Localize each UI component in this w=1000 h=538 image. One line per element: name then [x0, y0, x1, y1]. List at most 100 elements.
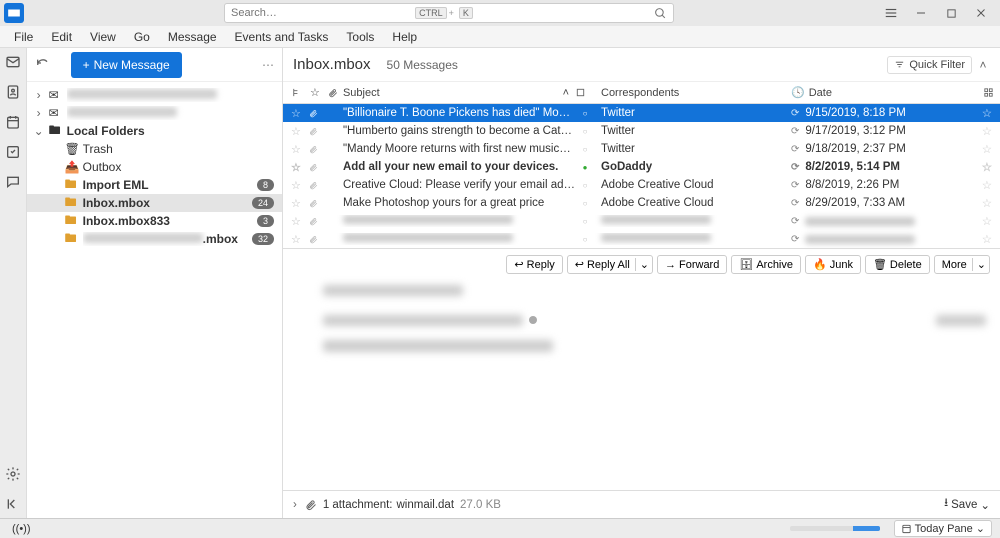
flag-icon[interactable]: ☆ [982, 196, 992, 210]
message-row[interactable]: ☆○⟳☆ [283, 212, 1000, 230]
folder-pane: +New Message ⋯ ›✉ ›✉ ⌄🖿Local Folders 🗑Tr… [27, 48, 283, 518]
addressbook-tab-icon[interactable] [5, 84, 21, 100]
import-eml-row[interactable]: 🖿Import EML8 [27, 176, 282, 194]
quick-filter-button[interactable]: Quick Filter [887, 56, 972, 74]
flag-icon[interactable]: ☆ [982, 106, 992, 120]
hamburger-icon[interactable] [876, 0, 906, 26]
star-icon[interactable]: ☆ [291, 125, 301, 138]
attachment-name[interactable]: winmail.dat [397, 499, 455, 511]
folder-pane-options-icon[interactable]: ⋯ [262, 58, 274, 72]
inbox-mbox833-row[interactable]: 🖿Inbox.mbox8333 [27, 212, 282, 230]
message-date: ⟳9/15/2019, 8:18 PM☆ [785, 106, 1000, 120]
attachment-icon [309, 109, 318, 118]
column-picker-icon[interactable] [983, 87, 994, 98]
menu-go[interactable]: Go [126, 28, 158, 46]
message-row[interactable]: ☆"Mandy Moore returns with first new mus… [283, 140, 1000, 158]
star-icon[interactable]: ☆ [291, 197, 301, 210]
trash-row[interactable]: 🗑Trash [27, 140, 282, 158]
star-icon[interactable]: ☆ [291, 143, 301, 156]
read-status-dot[interactable]: ○ [575, 181, 595, 190]
correspondents-column[interactable]: Correspondents [595, 87, 785, 99]
date-column[interactable]: 🕓Date [785, 86, 1000, 99]
kbd-ctrl: CTRL [415, 7, 447, 19]
read-status-dot[interactable]: ● [575, 163, 595, 172]
close-button[interactable] [966, 0, 996, 26]
search-field[interactable]: CTRL + K [224, 3, 674, 23]
folder-tree: ›✉ ›✉ ⌄🖿Local Folders 🗑Trash 📤Outbox 🖿Im… [27, 82, 282, 252]
reply-all-button[interactable]: ↩Reply All⌄ [567, 255, 653, 274]
calendar-tab-icon[interactable] [5, 114, 21, 130]
scroll-up-icon[interactable]: ˄ [976, 58, 990, 72]
search-icon[interactable] [654, 7, 667, 20]
mail-account-icon: ✉ [49, 88, 63, 102]
forward-button[interactable]: →Forward [657, 255, 727, 274]
local-folders-row[interactable]: ⌄🖿Local Folders [27, 122, 282, 140]
menu-file[interactable]: File [6, 28, 41, 46]
new-message-button[interactable]: +New Message [71, 52, 182, 78]
mail-tab-icon[interactable] [5, 54, 21, 70]
more-button[interactable]: More⌄ [934, 255, 990, 274]
outbox-row[interactable]: 📤Outbox [27, 158, 282, 176]
message-row[interactable]: ☆ Add all your new email to your devices.… [283, 158, 1000, 176]
message-row[interactable]: ☆"Billionaire T. Boone Pickens has died"… [283, 104, 1000, 122]
message-row[interactable]: ☆○⟳☆ [283, 230, 1000, 248]
star-icon[interactable]: ☆ [291, 107, 301, 120]
read-status-dot[interactable]: ○ [575, 127, 595, 136]
preview-pane: ↩Reply ↩Reply All⌄ →Forward 🗄Archive 🔥Ju… [283, 248, 1000, 518]
attachment-icon [309, 127, 318, 136]
menu-view[interactable]: View [82, 28, 124, 46]
message-row[interactable]: ☆Creative Cloud: Please verify your emai… [283, 176, 1000, 194]
minimize-button[interactable] [906, 0, 936, 26]
trash-icon: 🗑 [65, 142, 79, 156]
read-status-dot[interactable]: ○ [575, 145, 595, 154]
settings-icon[interactable] [5, 466, 21, 482]
message-row[interactable]: ☆ "Humberto gains strength to become a Ca… [283, 122, 1000, 140]
search-input[interactable] [231, 7, 412, 19]
flag-icon[interactable]: ☆ [982, 160, 992, 174]
delete-button[interactable]: 🗑Delete [865, 255, 930, 274]
save-attachment-button[interactable]: ⭳Save⌄ [944, 495, 990, 514]
collapse-rail-icon[interactable] [5, 496, 21, 512]
outbox-icon: 📤 [65, 160, 79, 174]
star-icon[interactable]: ☆ [291, 161, 301, 174]
archive-button[interactable]: 🗄Archive [731, 255, 801, 274]
mail-account-icon: ✉ [49, 106, 63, 120]
tasks-tab-icon[interactable] [5, 144, 21, 160]
junk-button[interactable]: 🔥Junk [805, 255, 861, 274]
menu-message[interactable]: Message [160, 28, 225, 46]
attachment-icon [309, 181, 318, 190]
menu-help[interactable]: Help [384, 28, 425, 46]
flag-icon[interactable]: ☆ [982, 124, 992, 138]
chat-tab-icon[interactable] [5, 174, 21, 190]
message-row[interactable]: ☆Make Photoshop yours for a great price○… [283, 194, 1000, 212]
get-messages-icon[interactable] [35, 57, 51, 73]
app-icon [4, 3, 24, 23]
read-col-icon[interactable] [575, 87, 595, 98]
account-row[interactable]: ›✉ [27, 104, 282, 122]
thread-col-icon[interactable] [291, 87, 302, 98]
menu-events[interactable]: Events and Tasks [227, 28, 337, 46]
message-subject: "Humberto gains strength to become a Cat… [335, 125, 575, 137]
subject-column[interactable]: Subject˄ [335, 87, 575, 99]
reply-button[interactable]: ↩Reply [506, 255, 562, 274]
expand-attachments-icon[interactable]: › [293, 499, 297, 511]
menu-tools[interactable]: Tools [338, 28, 382, 46]
blurred-folder-row[interactable]: 🖿.mbox32 [27, 230, 282, 248]
flag-icon[interactable]: ☆ [982, 178, 992, 192]
star-col-icon[interactable]: ☆ [310, 86, 320, 99]
star-icon[interactable]: ☆ [291, 179, 301, 192]
message-correspondent: GoDaddy [595, 161, 785, 173]
flag-icon[interactable]: ☆ [982, 142, 992, 156]
kbd-k: K [459, 7, 473, 19]
attachment-bar: › 1 attachment: winmail.dat 27.0 KB ⭳Sav… [283, 490, 1000, 518]
maximize-button[interactable] [936, 0, 966, 26]
read-status-dot[interactable]: ○ [575, 109, 595, 118]
menu-edit[interactable]: Edit [43, 28, 80, 46]
account-row[interactable]: ›✉ [27, 86, 282, 104]
connection-icon[interactable]: ((•)) [12, 523, 31, 535]
today-pane-button[interactable]: Today Pane⌄ [894, 520, 992, 537]
message-date: ⟳9/17/2019, 3:12 PM☆ [785, 124, 1000, 138]
inbox-mbox-row[interactable]: 🖿Inbox.mbox24 [27, 194, 282, 212]
message-subject: Add all your new email to your devices. [335, 161, 575, 173]
read-status-dot[interactable]: ○ [575, 199, 595, 208]
